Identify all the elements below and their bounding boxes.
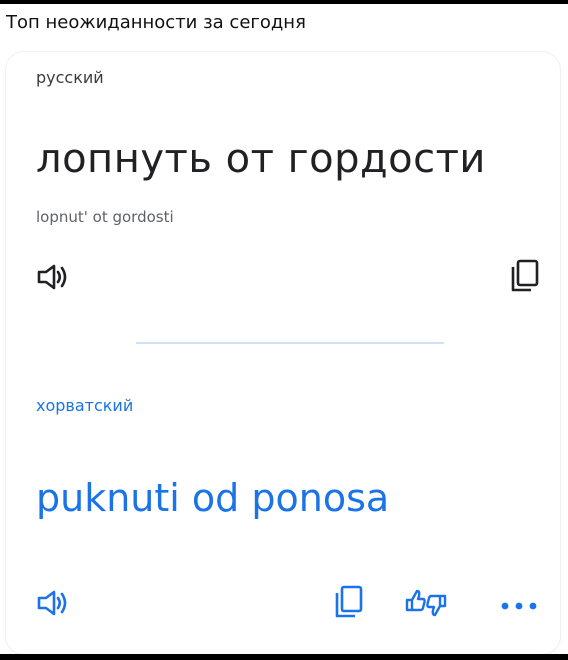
translation-card: русский лопнуть от гордости lopnut' ot g…: [6, 52, 560, 654]
post-sheet: Топ неожиданности за сегодня русский лоп…: [0, 4, 568, 654]
source-text: лопнуть от гордости: [36, 136, 486, 182]
target-language-label: хорватский: [36, 396, 134, 415]
source-copy-icon[interactable]: [508, 258, 540, 299]
source-transliteration: lopnut' ot gordosti: [36, 208, 174, 226]
target-speaker-icon[interactable]: [36, 588, 70, 623]
source-speaker-icon[interactable]: [36, 262, 70, 297]
more-dots-icon[interactable]: [500, 598, 540, 616]
thumbs-feedback-icon[interactable]: [404, 586, 448, 625]
bottom-border: [0, 654, 568, 660]
target-text: puknuti od ponosa: [36, 476, 390, 520]
target-copy-icon[interactable]: [332, 584, 364, 625]
section-divider: [136, 342, 444, 344]
source-language-label: русский: [36, 68, 104, 87]
post-caption: Топ неожиданности за сегодня: [6, 12, 306, 33]
